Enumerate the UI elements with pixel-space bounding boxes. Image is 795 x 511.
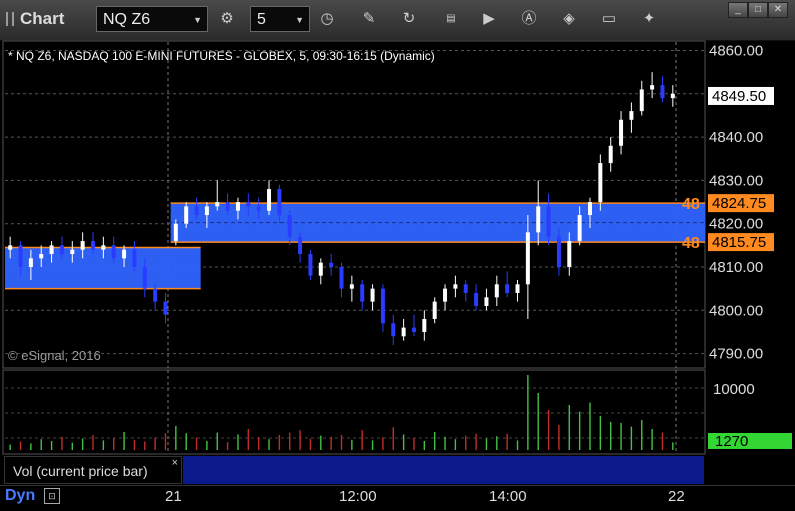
price-tick-label: 4830.00 bbox=[709, 172, 763, 189]
candle-body[interactable] bbox=[587, 202, 592, 216]
candle-body[interactable] bbox=[598, 163, 603, 203]
candle-body[interactable] bbox=[443, 288, 448, 302]
candle-body[interactable] bbox=[505, 284, 510, 293]
dynamic-mode-label[interactable]: Dyn bbox=[5, 487, 35, 505]
candle-body[interactable] bbox=[163, 301, 168, 315]
time-tick-label: 14:00 bbox=[489, 488, 527, 505]
candle-body[interactable] bbox=[670, 93, 675, 99]
candle-body[interactable] bbox=[49, 245, 54, 255]
candle-body[interactable] bbox=[225, 202, 230, 211]
candle-body[interactable] bbox=[80, 241, 85, 250]
candle-body[interactable] bbox=[308, 254, 313, 276]
time-tick-label: 12:00 bbox=[339, 488, 377, 505]
candle-body[interactable] bbox=[463, 284, 468, 293]
zone-price-label: 4824.75 bbox=[712, 195, 766, 212]
price-zone bbox=[5, 247, 201, 289]
candle-body[interactable] bbox=[246, 202, 251, 207]
candle-body[interactable] bbox=[411, 327, 416, 332]
price-tick-label: 4860.00 bbox=[709, 43, 763, 60]
price-tick-label: 4800.00 bbox=[709, 302, 763, 319]
zone-price-label: 4815.75 bbox=[712, 234, 766, 251]
copyright-text: © eSignal, 2016 bbox=[8, 348, 101, 363]
volume-legend-bar bbox=[183, 456, 704, 484]
candle-body[interactable] bbox=[8, 245, 13, 250]
candle-body[interactable] bbox=[515, 284, 520, 293]
candle-body[interactable] bbox=[18, 245, 23, 267]
candle-body[interactable] bbox=[28, 258, 33, 267]
candle-body[interactable] bbox=[298, 236, 303, 255]
candle-body[interactable] bbox=[132, 249, 137, 267]
price-tick-label: 4810.00 bbox=[709, 259, 763, 276]
chart-area[interactable]: 4860.004850.004840.004830.004820.004810.… bbox=[0, 0, 795, 510]
last-price-label: 4849.50 bbox=[712, 88, 766, 105]
close-icon[interactable]: × bbox=[172, 449, 178, 477]
price-tick-label: 4790.00 bbox=[709, 346, 763, 363]
candle-body[interactable] bbox=[650, 85, 655, 90]
candle-body[interactable] bbox=[122, 249, 127, 259]
candle-body[interactable] bbox=[370, 288, 375, 302]
candle-body[interactable] bbox=[432, 301, 437, 319]
candle-body[interactable] bbox=[153, 288, 158, 302]
candle-body[interactable] bbox=[318, 262, 323, 276]
volume-tick-label: 10000 bbox=[713, 381, 755, 398]
candle-body[interactable] bbox=[380, 288, 385, 324]
price-tick-label: 4820.00 bbox=[709, 216, 763, 233]
candle-body[interactable] bbox=[567, 241, 572, 267]
candle-body[interactable] bbox=[360, 284, 365, 302]
volume-legend-label: Vol (current price bar) bbox=[13, 463, 148, 479]
zone-price-tag: 48 bbox=[682, 235, 700, 252]
candle-body[interactable] bbox=[453, 284, 458, 289]
candle-body[interactable] bbox=[525, 232, 530, 285]
lock-icon[interactable]: ⊡ bbox=[44, 488, 60, 504]
candle-body[interactable] bbox=[639, 89, 644, 112]
candle-body[interactable] bbox=[70, 249, 75, 255]
candle-body[interactable] bbox=[142, 267, 147, 289]
candle-body[interactable] bbox=[59, 245, 64, 255]
candle-body[interactable] bbox=[194, 206, 199, 216]
time-tick-label: 22 bbox=[668, 488, 685, 505]
candle-body[interactable] bbox=[422, 318, 427, 332]
candle-body[interactable] bbox=[484, 297, 489, 306]
candle-body[interactable] bbox=[101, 245, 106, 250]
volume-last-label: 1270 bbox=[715, 433, 748, 450]
zone-price-tag: 48 bbox=[682, 196, 700, 213]
candle-body[interactable] bbox=[91, 241, 96, 250]
candle-body[interactable] bbox=[277, 189, 282, 216]
price-tick-label: 4840.00 bbox=[709, 129, 763, 146]
candle-body[interactable] bbox=[619, 119, 624, 146]
chart-header: * NQ Z6, NASDAQ 100 E-MINI FUTURES - GLO… bbox=[8, 49, 435, 63]
candle-body[interactable] bbox=[577, 215, 582, 242]
volume-legend[interactable]: Vol (current price bar) × bbox=[4, 456, 182, 484]
candle-body[interactable] bbox=[660, 85, 665, 99]
candle-body[interactable] bbox=[536, 206, 541, 233]
candle-body[interactable] bbox=[215, 202, 220, 207]
candle-body[interactable] bbox=[474, 292, 479, 306]
candle-body[interactable] bbox=[173, 223, 178, 242]
candle-body[interactable] bbox=[184, 206, 189, 224]
candle-body[interactable] bbox=[546, 206, 551, 237]
candle-body[interactable] bbox=[256, 206, 261, 211]
candle-body[interactable] bbox=[401, 327, 406, 337]
candle-body[interactable] bbox=[391, 323, 396, 337]
candle-body[interactable] bbox=[629, 111, 634, 120]
candle-body[interactable] bbox=[494, 284, 499, 298]
candle-body[interactable] bbox=[204, 206, 209, 216]
candle-body[interactable] bbox=[556, 236, 561, 267]
candle-body[interactable] bbox=[287, 215, 292, 237]
candle-body[interactable] bbox=[267, 189, 272, 211]
candle-body[interactable] bbox=[329, 262, 334, 267]
candle-body[interactable] bbox=[349, 284, 354, 289]
candle-body[interactable] bbox=[608, 145, 613, 164]
candle-body[interactable] bbox=[235, 202, 240, 211]
candle-body[interactable] bbox=[111, 245, 116, 259]
candle-body[interactable] bbox=[39, 254, 44, 259]
candle-body[interactable] bbox=[339, 267, 344, 289]
time-tick-label: 21 bbox=[165, 488, 182, 505]
